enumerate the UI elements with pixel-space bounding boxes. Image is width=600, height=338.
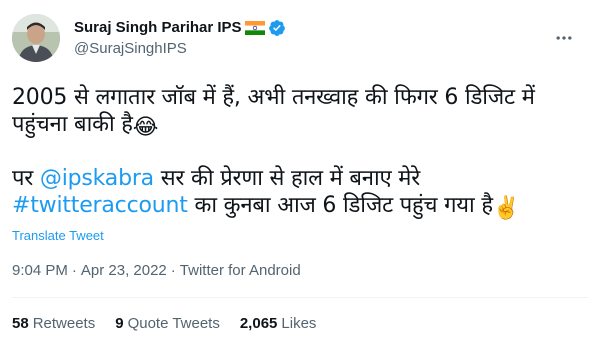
author-name-line[interactable]: Suraj Singh Parihar IPS bbox=[74, 19, 286, 37]
mention-link[interactable]: @ipskabra bbox=[40, 166, 154, 191]
tweet-date[interactable]: Apr 23, 2022 bbox=[81, 262, 167, 279]
profile-avatar bbox=[12, 14, 60, 62]
tweet-source[interactable]: Twitter for Android bbox=[180, 262, 301, 279]
meta-separator: · bbox=[170, 262, 176, 279]
tweet-meta: 9:04 PM · Apr 23, 2022 · Twitter for And… bbox=[12, 262, 301, 279]
tweet-card: Suraj Singh Parihar IPS @SurajSinghIPS 2… bbox=[0, 0, 600, 338]
tweet-text-prefix: पर bbox=[12, 166, 40, 191]
author-handle[interactable]: @SurajSinghIPS bbox=[74, 40, 187, 58]
victory-hand-emoji-icon: ✌️ bbox=[492, 196, 521, 221]
quote-tweets-label: Quote Tweets bbox=[127, 315, 220, 332]
laughing-emoji-icon: 😂 bbox=[132, 115, 159, 140]
retweets-stat[interactable]: 58 Retweets bbox=[12, 315, 95, 332]
tweet-text-suffix: का कुनबा आज 6 डिजिट पहुंच गया है bbox=[187, 193, 493, 218]
quote-tweets-stat[interactable]: 9 Quote Tweets bbox=[115, 315, 220, 332]
tweet-header: Suraj Singh Parihar IPS @SurajSinghIPS bbox=[12, 12, 588, 62]
verified-badge-icon bbox=[268, 19, 286, 37]
tweet-paragraph-1: 2005 से लगातार जॉब में हैं, अभी तनख्वाह … bbox=[12, 84, 572, 141]
tweet-stats: 58 Retweets 9 Quote Tweets 2,065 Likes bbox=[12, 315, 316, 332]
retweets-count: 58 bbox=[12, 315, 29, 332]
india-flag-icon bbox=[244, 21, 265, 35]
quote-tweets-count: 9 bbox=[115, 315, 124, 332]
author-name[interactable]: Suraj Singh Parihar IPS bbox=[74, 19, 242, 37]
hashtag-link[interactable]: #twitteraccount bbox=[12, 193, 188, 218]
more-options-icon[interactable] bbox=[552, 26, 576, 50]
tweet-time[interactable]: 9:04 PM bbox=[12, 262, 68, 279]
tweet-paragraph-2: पर @ipskabra सर की प्रेरणा से हाल में बन… bbox=[12, 165, 572, 222]
tweet-text-mid: सर की प्रेरणा से हाल में बनाए मेरे bbox=[153, 166, 421, 191]
likes-count: 2,065 bbox=[239, 315, 278, 332]
retweets-label: Retweets bbox=[32, 315, 96, 332]
tweet-text: 2005 से लगातार जॉब में हैं, अभी तनख्वाह … bbox=[12, 84, 572, 222]
likes-label: Likes bbox=[281, 315, 317, 332]
tweet-text-line1: 2005 से लगातार जॉब में हैं, अभी तनख्वाह … bbox=[12, 85, 535, 137]
avatar[interactable] bbox=[12, 14, 60, 62]
likes-stat[interactable]: 2,065 Likes bbox=[240, 315, 317, 332]
divider bbox=[12, 297, 588, 298]
meta-separator: · bbox=[71, 262, 77, 279]
translate-tweet-link[interactable]: Translate Tweet bbox=[12, 228, 104, 243]
